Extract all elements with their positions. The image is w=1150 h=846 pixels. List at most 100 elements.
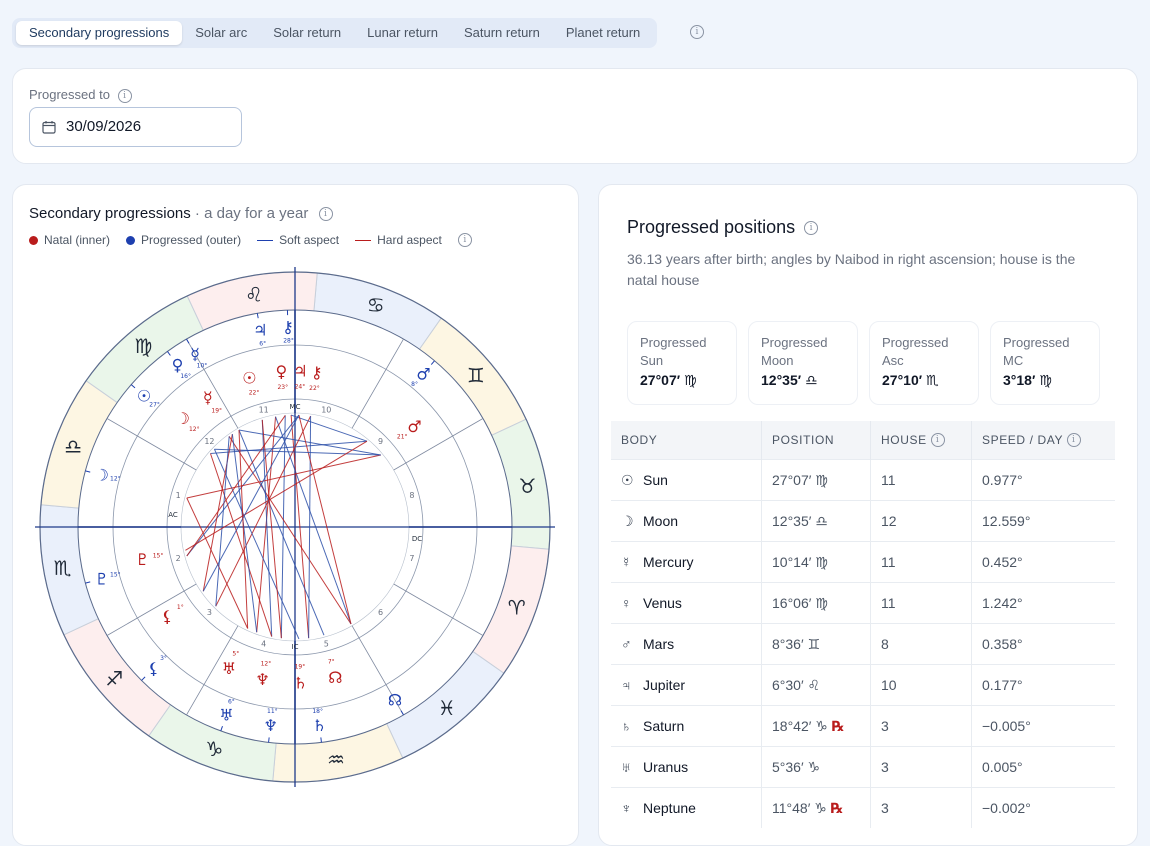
cell-house: 12 bbox=[871, 501, 972, 542]
position-value: 5°36′ ♑ bbox=[772, 759, 820, 775]
natal-planet-icon: ♂ bbox=[407, 417, 421, 436]
progressed-to-label: Progressed to i bbox=[29, 87, 132, 103]
zodiac-sign-icon: ♊ bbox=[467, 363, 485, 387]
natal-planet-degree: 22° bbox=[309, 385, 320, 392]
angle-label: Progressed Sun bbox=[640, 334, 730, 370]
cell-body: ♂Mars bbox=[611, 624, 762, 665]
cell-body: ♆Neptune bbox=[611, 788, 762, 829]
tab-solar-return[interactable]: Solar return bbox=[260, 21, 354, 45]
table-row: ☉Sun27°07′ ♍ 110.977° bbox=[611, 460, 1115, 501]
positions-info-icon[interactable]: i bbox=[804, 221, 818, 235]
legend-natal: Natal (inner) bbox=[29, 233, 110, 247]
zodiac-sign-icon: ♉ bbox=[518, 474, 536, 498]
angle-label: Progressed MC bbox=[1003, 334, 1093, 370]
hard-line-icon bbox=[355, 240, 371, 241]
natal-planet-icon: ♇ bbox=[135, 550, 149, 569]
position-value: 27°07′ ♍ bbox=[772, 472, 828, 488]
angle-value: 27°10′ ♏ bbox=[882, 372, 939, 389]
table-row: ☿Mercury10°14′ ♍ 110.452° bbox=[611, 542, 1115, 583]
tab-planet-return[interactable]: Planet return bbox=[553, 21, 653, 45]
calendar-icon bbox=[42, 120, 56, 134]
progressed-planet-icon: ♆ bbox=[263, 716, 277, 735]
position-value: 10°14′ ♍ bbox=[772, 554, 828, 570]
angle-card-asc: Progressed Asc 27°10′ ♏ bbox=[869, 321, 979, 405]
planet-glyph-icon: ☿ bbox=[621, 554, 643, 570]
house-number: 8 bbox=[409, 491, 414, 500]
angle-label: Progressed Asc bbox=[882, 334, 972, 370]
progressed-to-card: Progressed to i 30/09/2026 bbox=[12, 68, 1138, 164]
house-number: 10 bbox=[321, 406, 331, 415]
cell-speed: −0.002° bbox=[972, 788, 1116, 829]
legend-hard: Hard aspect bbox=[355, 233, 442, 247]
cell-speed: 0.005° bbox=[972, 747, 1116, 788]
house-info-icon[interactable]: i bbox=[931, 433, 945, 447]
progression-chart-card: Secondary progressions · a day for a yea… bbox=[12, 184, 579, 846]
progressed-planet-icon: ⚸ bbox=[148, 659, 160, 678]
progressed-to-info-icon[interactable]: i bbox=[118, 89, 132, 103]
tabs-info-icon[interactable]: i bbox=[690, 25, 704, 39]
tab-secondary-progressions[interactable]: Secondary progressions bbox=[16, 21, 182, 45]
cell-position: 6°30′ ♌ bbox=[762, 665, 871, 706]
cell-position: 27°07′ ♍ bbox=[762, 460, 871, 501]
house-number: 6 bbox=[378, 608, 383, 617]
cell-body: ☽Moon bbox=[611, 501, 762, 542]
progressed-positions-card: Progressed positions i 36.13 years after… bbox=[598, 184, 1138, 846]
positions-description: 36.13 years after birth; angles by Naibo… bbox=[627, 249, 1107, 291]
house-number: 3 bbox=[207, 608, 212, 617]
legend-soft-label: Soft aspect bbox=[279, 233, 339, 247]
position-value: 8°36′ ♊ bbox=[772, 636, 820, 652]
chart-title-text: Secondary progressions bbox=[29, 205, 191, 222]
zodiac-sign-icon: ♋ bbox=[367, 293, 385, 317]
natal-planet-icon: ♃ bbox=[293, 362, 307, 381]
position-value: 18°42′ ♑ bbox=[772, 718, 828, 734]
column-position: POSITION bbox=[762, 421, 871, 460]
chart-title-info-icon[interactable]: i bbox=[319, 207, 333, 221]
natal-planet-degree: 5° bbox=[232, 650, 239, 657]
progressed-date-value: 30/09/2026 bbox=[66, 118, 141, 135]
natal-planet-icon: ⚷ bbox=[311, 363, 323, 382]
chart-legend: Natal (inner) Progressed (outer) Soft as… bbox=[29, 233, 472, 247]
natal-planet-icon: ♅ bbox=[222, 659, 236, 678]
house-number: 4 bbox=[261, 639, 266, 648]
progressed-planet-degree: 15° bbox=[110, 572, 121, 579]
chart-title: Secondary progressions · a day for a yea… bbox=[29, 205, 333, 222]
progressed-planet-degree: 12° bbox=[110, 475, 121, 482]
natal-planet-degree: 22° bbox=[249, 390, 260, 397]
natal-planet-degree: 21° bbox=[397, 434, 408, 441]
legend-info-icon[interactable]: i bbox=[458, 233, 472, 247]
cell-position: 18°42′ ♑ ℞ bbox=[762, 706, 871, 747]
cell-house: 3 bbox=[871, 706, 972, 747]
natal-planet-icon: ☉ bbox=[242, 368, 256, 387]
tab-solar-arc[interactable]: Solar arc bbox=[182, 21, 260, 45]
angle-value: 27°07′ ♍ bbox=[640, 372, 697, 389]
zodiac-sign-icon: ♏ bbox=[54, 556, 72, 580]
legend-soft: Soft aspect bbox=[257, 233, 339, 247]
cell-body: ☿Mercury bbox=[611, 542, 762, 583]
tab-saturn-return[interactable]: Saturn return bbox=[451, 21, 553, 45]
planet-name: Jupiter bbox=[643, 677, 685, 693]
cell-position: 5°36′ ♑ bbox=[762, 747, 871, 788]
natal-planet-icon: ☽ bbox=[176, 409, 190, 428]
planet-name: Venus bbox=[643, 595, 682, 611]
cell-position: 8°36′ ♊ bbox=[762, 624, 871, 665]
progressed-date-input[interactable]: 30/09/2026 bbox=[29, 107, 242, 147]
angle-value: 12°35′ ♎ bbox=[761, 372, 818, 389]
progressed-planet-icon: ♄ bbox=[312, 716, 326, 735]
mc-label: MC bbox=[290, 403, 301, 411]
cell-body: ♀Venus bbox=[611, 583, 762, 624]
natal-planet-icon: ☿ bbox=[203, 388, 213, 407]
planet-glyph-icon: ♀ bbox=[621, 595, 643, 611]
natal-planet-icon: ☊ bbox=[328, 668, 342, 687]
natal-planet-degree: 19° bbox=[295, 663, 306, 670]
cell-house: 11 bbox=[871, 460, 972, 501]
progressed-planet-icon: ☿ bbox=[190, 344, 200, 363]
cell-body: ♃Jupiter bbox=[611, 665, 762, 706]
zodiac-sign-icon: ♍ bbox=[134, 334, 152, 358]
planet-name: Uranus bbox=[643, 759, 688, 775]
natal-planet-degree: 7° bbox=[328, 659, 335, 666]
legend-progressed-label: Progressed (outer) bbox=[141, 233, 241, 247]
tab-lunar-return[interactable]: Lunar return bbox=[354, 21, 451, 45]
natal-planet-icon: ♀ bbox=[276, 362, 288, 381]
speed-info-icon[interactable]: i bbox=[1067, 433, 1081, 447]
position-value: 6°30′ ♌ bbox=[772, 677, 820, 693]
